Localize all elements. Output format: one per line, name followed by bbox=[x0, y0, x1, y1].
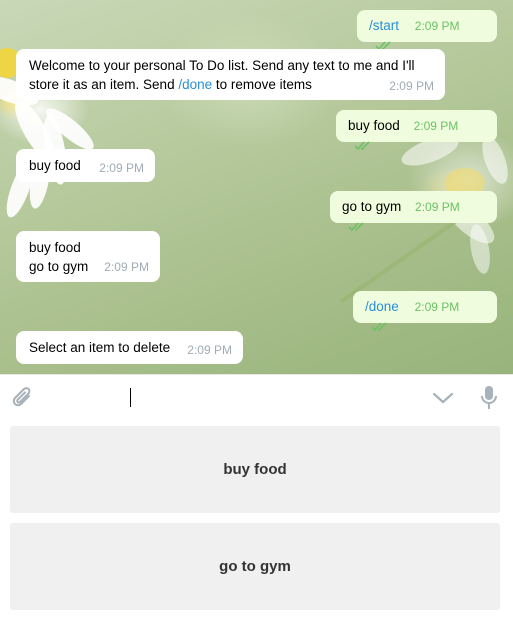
outgoing-message[interactable]: /start 2:09 PM bbox=[357, 10, 497, 51]
chevron-down-icon[interactable] bbox=[432, 391, 454, 410]
incoming-message[interactable]: buy food go to gym 2:09 PM bbox=[16, 231, 160, 282]
message-text: buy food bbox=[29, 158, 81, 173]
message-time: 2:09 PM bbox=[187, 343, 232, 357]
incoming-message[interactable]: buy food 2:09 PM bbox=[16, 149, 155, 182]
keyboard-button-go-to-gym[interactable]: go to gym bbox=[10, 523, 500, 610]
message-time: 2:09 PM bbox=[414, 300, 460, 314]
outgoing-message[interactable]: go to gym 2:09 PM bbox=[330, 191, 497, 232]
message-text-line1: buy food bbox=[29, 240, 81, 255]
double-check-icon bbox=[354, 137, 372, 156]
command-link[interactable]: /done bbox=[365, 299, 399, 314]
outgoing-message[interactable]: buy food 2:09 PM bbox=[336, 110, 497, 151]
command-link[interactable]: /done bbox=[178, 77, 212, 92]
message-time: 2:09 PM bbox=[415, 200, 460, 214]
microphone-icon[interactable] bbox=[480, 385, 498, 416]
message-text: Select an item to delete bbox=[29, 340, 171, 355]
outgoing-message[interactable]: /done 2:09 PM bbox=[353, 291, 497, 332]
command-link[interactable]: /start bbox=[369, 18, 399, 33]
text-cursor bbox=[130, 388, 131, 407]
message-time: 2:09 PM bbox=[414, 19, 460, 33]
double-check-icon bbox=[348, 218, 366, 237]
message-input[interactable] bbox=[46, 385, 420, 413]
keyboard-button-buy-food[interactable]: buy food bbox=[10, 426, 500, 513]
incoming-message[interactable]: Welcome to your personal To Do list. Sen… bbox=[16, 49, 445, 100]
message-composer bbox=[0, 374, 513, 421]
message-time: 2:09 PM bbox=[413, 119, 459, 133]
chat-history[interactable]: /start 2:09 PM Welcome to your personal … bbox=[0, 0, 513, 374]
message-time: 2:09 PM bbox=[99, 161, 144, 175]
message-text: go to gym bbox=[342, 199, 402, 214]
incoming-message[interactable]: Select an item to delete 2:09 PM bbox=[16, 331, 243, 364]
telegram-chat-window: /start 2:09 PM Welcome to your personal … bbox=[0, 0, 513, 617]
message-text: buy food bbox=[348, 118, 400, 133]
message-text-line2-post: to remove items bbox=[212, 77, 312, 92]
message-time: 2:09 PM bbox=[389, 79, 434, 93]
reply-keyboard: buy food go to gym bbox=[0, 420, 513, 617]
message-text-line2-pre: store it as an item. Send bbox=[29, 77, 179, 92]
paperclip-icon[interactable] bbox=[12, 386, 34, 415]
message-time: 2:09 PM bbox=[104, 260, 149, 274]
double-check-icon bbox=[371, 318, 389, 337]
message-text-line1: Welcome to your personal To Do list. Sen… bbox=[29, 58, 415, 73]
